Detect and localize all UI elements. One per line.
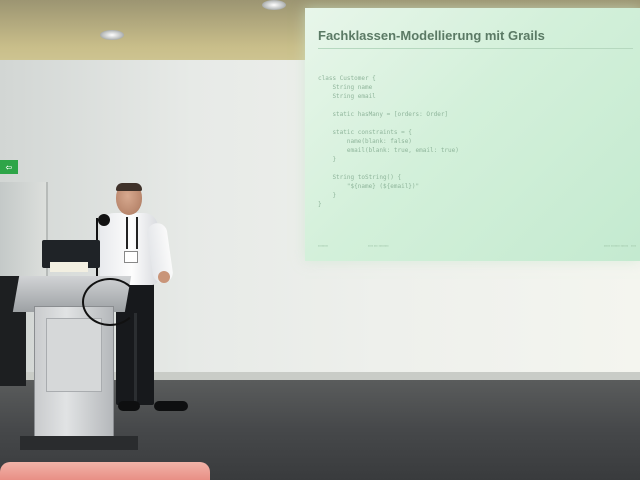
foreground-seat: [0, 462, 210, 480]
slide-code-line: name(blank: false): [318, 138, 412, 145]
ceiling-light-left: [100, 30, 124, 40]
slide-footer-right: ▪▪▪▪▪ ▪▪▪▪▪▪▪ ▪▪▪▪▪▪ ▪▪▪▪: [603, 244, 636, 248]
speaker-hand: [158, 271, 170, 283]
slide-code-line: String toString() {: [318, 174, 402, 181]
microphone-icon: [98, 214, 110, 226]
ceiling-light-center: [262, 0, 286, 10]
slide-code-line: email(blank: true, email: true): [318, 147, 459, 154]
slide-code-line: }: [318, 192, 337, 199]
slide-code-line: String name: [318, 84, 373, 91]
slide-footer: ▪▪▪▪▪▪▪▪ ▪▪▪▪ ▪▪▪ ▪▪▪▪▪▪▪▪ ▪▪▪▪▪ ▪▪▪▪▪▪▪…: [318, 244, 636, 252]
slide-code-block: class Customer { String name String emai…: [318, 74, 459, 209]
speaker-lanyard: [126, 217, 138, 249]
slide-footer-logo: ▪▪▪▪▪▪▪▪: [318, 244, 328, 248]
slide-code-line: [318, 101, 459, 110]
slide-title: Fachklassen-Modellierung mit Grails: [318, 28, 545, 43]
slide-code-line: [318, 164, 459, 173]
projection-screen: Fachklassen-Modellierung mit Grails clas…: [305, 8, 640, 261]
exit-sign: ⇦: [0, 160, 18, 174]
speaker-badge: [124, 251, 138, 263]
exit-sign-icon: ⇦: [5, 162, 13, 172]
slide-footer-center: ▪▪▪▪ ▪▪▪ ▪▪▪▪▪▪▪▪: [368, 244, 389, 248]
slide-code-line: }: [318, 156, 337, 163]
slide-title-divider: [318, 48, 633, 49]
slide-code-line: [318, 119, 459, 128]
laptop-sticker: [50, 262, 88, 272]
speaker-hair: [116, 183, 142, 191]
laptop: [42, 240, 100, 280]
lectern-panel: [46, 318, 102, 392]
slide-code-line: static constraints = {: [318, 129, 412, 136]
slide-code-line: }: [318, 201, 322, 208]
slide-code-line: String email: [318, 93, 376, 100]
slide-code-line: class Customer {: [318, 75, 376, 82]
speaker-shoe-right: [154, 401, 188, 411]
conference-photo: ⇦ Fachklassen-Modellierung mit Grails cl…: [0, 0, 640, 480]
slide-code-line: static hasMany = [orders: Order]: [318, 111, 449, 118]
microphone-cable: [82, 278, 138, 326]
lectern-base: [20, 436, 138, 450]
slide-code-line: "${name} (${email})": [318, 183, 420, 190]
